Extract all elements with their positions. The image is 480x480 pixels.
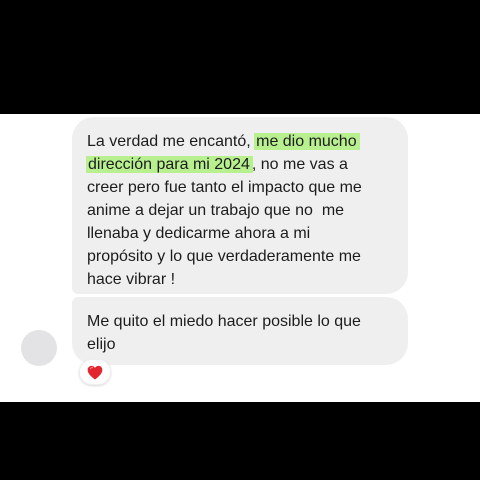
reaction-badge[interactable] — [79, 359, 111, 385]
message-line: La verdad me encantó, me dio mucho — [87, 130, 394, 153]
highlighted-text: dirección para mi 2024 — [86, 156, 253, 173]
message-text: llenaba y dedicarme ahora a mi — [87, 225, 311, 242]
message-line: hace vibrar ! — [87, 268, 394, 291]
message-line: Me quito el miedo hacer posible lo que — [87, 310, 394, 333]
message-text: , no me vas a — [251, 156, 348, 173]
message-line: propósito y lo que verdaderamente me — [87, 245, 394, 268]
message-text: creer pero fue tanto el impacto que me — [87, 179, 362, 196]
message-text: elijo — [87, 336, 116, 353]
highlighted-text: me dio mucho — [254, 133, 360, 150]
message-bubble[interactable]: Me quito el miedo hacer posible lo que e… — [72, 297, 408, 365]
message-line: dirección para mi 2024, no me vas a — [86, 153, 394, 176]
message-line: creer pero fue tanto el impacto que me — [87, 176, 394, 199]
red-heart-icon — [87, 365, 103, 380]
message-text: Me quito el miedo hacer posible lo que — [87, 313, 361, 330]
message-text: propósito y lo que verdaderamente me — [87, 248, 361, 265]
message-text: hace vibrar ! — [87, 271, 176, 288]
message-text: La verdad me encantó, — [87, 133, 256, 150]
message-line: elijo — [87, 333, 394, 356]
message-text: anime a dejar un trabajo que no me — [87, 202, 345, 219]
message-line: llenaba y dedicarme ahora a mi — [87, 222, 394, 245]
message-bubble[interactable]: La verdad me encantó, me dio mucho direc… — [72, 117, 408, 294]
screenshot-frame: La verdad me encantó, me dio mucho direc… — [0, 0, 480, 480]
message-line: anime a dejar un trabajo que no me — [87, 199, 394, 222]
sender-avatar[interactable] — [21, 330, 57, 366]
chat-thread: La verdad me encantó, me dio mucho direc… — [0, 114, 480, 402]
